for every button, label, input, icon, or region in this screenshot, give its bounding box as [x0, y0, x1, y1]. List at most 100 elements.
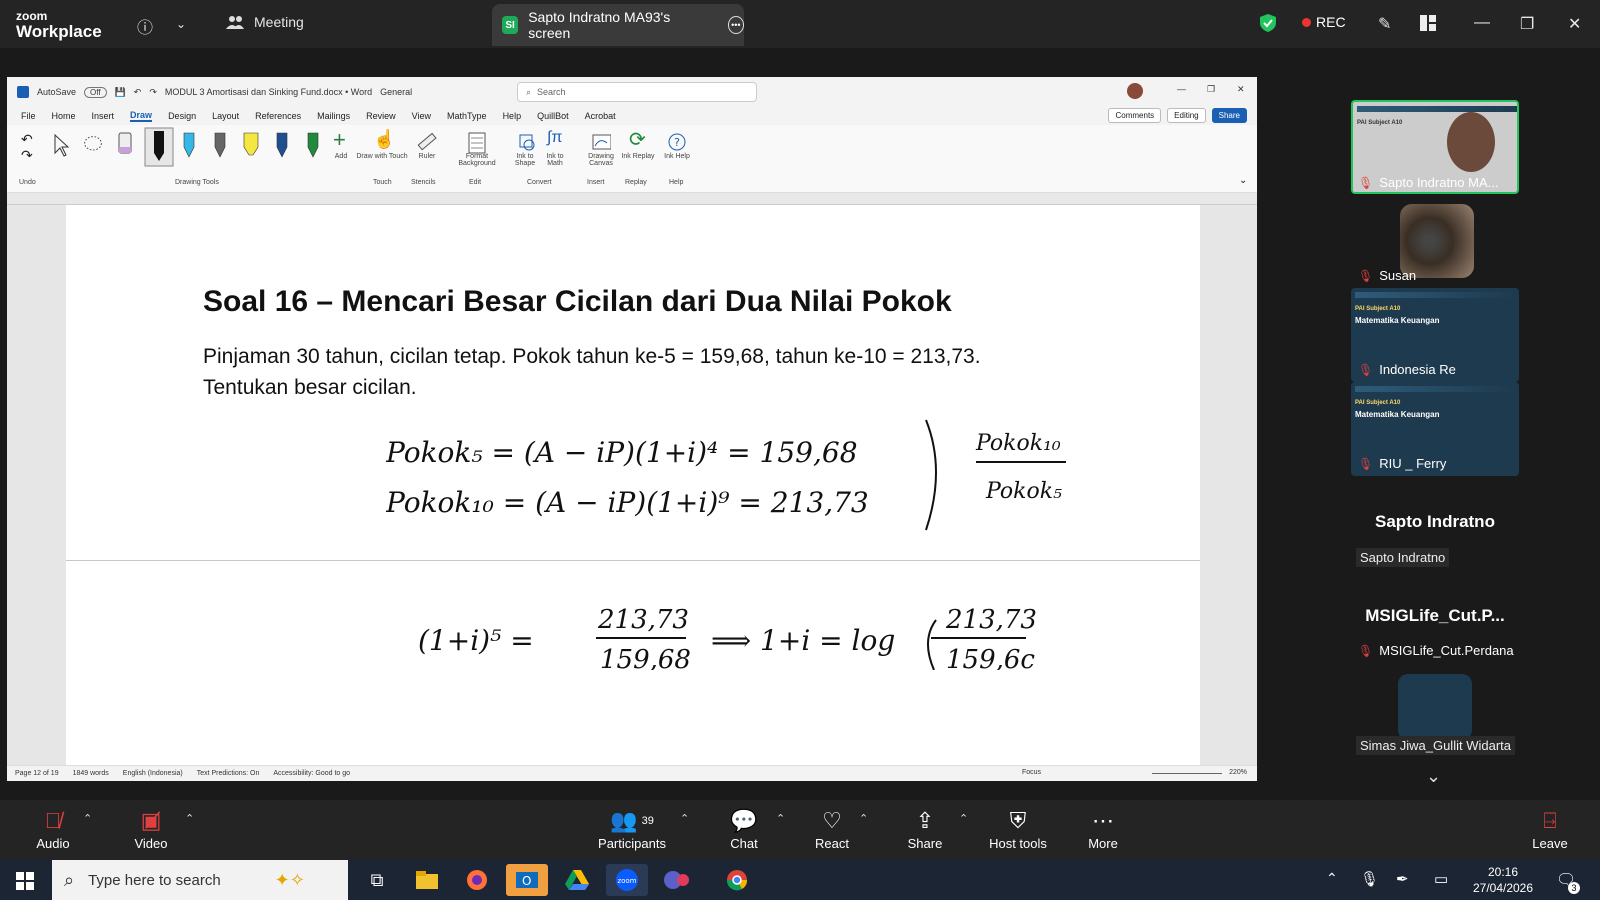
ribbon-undo-icon[interactable]: ↶: [21, 131, 33, 148]
ink-to-math-icon[interactable]: ∫π: [547, 129, 562, 147]
draw-with-touch-label[interactable]: Draw with Touch: [355, 153, 409, 160]
recording-indicator[interactable]: REC: [1302, 14, 1346, 30]
audio-options-caret-icon[interactable]: ⌃: [83, 812, 92, 825]
menu-view[interactable]: View: [412, 111, 431, 121]
restore-icon[interactable]: ❐: [1520, 14, 1534, 34]
text-predictions[interactable]: Text Predictions: On: [197, 770, 260, 777]
page-count[interactable]: Page 12 of 19: [15, 770, 59, 777]
react-caret-icon[interactable]: ⌃: [859, 812, 868, 825]
menu-quillbot[interactable]: QuillBot: [537, 111, 569, 121]
pen-black-icon[interactable]: [144, 127, 174, 167]
zoom-slider[interactable]: [1152, 773, 1222, 774]
document-page[interactable]: Soal 16 – Mencari Besar Cicilan dari Dua…: [66, 205, 1200, 765]
undo-icon[interactable]: ↶: [134, 87, 142, 98]
focus-button[interactable]: Focus: [1022, 769, 1041, 776]
minimize-icon[interactable]: —: [1474, 14, 1490, 32]
windows-start-icon[interactable]: [16, 872, 34, 890]
menu-mailings[interactable]: Mailings: [317, 111, 350, 121]
word-share-button[interactable]: Share: [1211, 108, 1247, 123]
annotate-pen-icon[interactable]: ✎: [1378, 14, 1391, 34]
menu-references[interactable]: References: [255, 111, 301, 121]
word-close-icon[interactable]: ✕: [1237, 84, 1245, 95]
task-view-icon[interactable]: ⧉: [356, 864, 398, 896]
video-button[interactable]: ▣̸ Video: [106, 806, 196, 851]
ink-help-label[interactable]: Ink Help: [663, 153, 691, 160]
pencil-gray-icon[interactable]: [210, 131, 230, 159]
zoom-app-icon[interactable]: zoom: [606, 864, 648, 896]
chevron-down-icon[interactable]: ⌄: [176, 17, 186, 31]
more-button[interactable]: ⋯ More: [1058, 806, 1148, 851]
outlook-icon[interactable]: O: [506, 864, 548, 896]
menu-acrobat[interactable]: Acrobat: [585, 111, 616, 121]
sensitivity-label[interactable]: General: [380, 87, 412, 97]
participants-caret-icon[interactable]: ⌃: [680, 812, 689, 825]
ribbon-collapse-chevron-icon[interactable]: ⌄: [1239, 175, 1247, 186]
horizontal-ruler[interactable]: [7, 193, 1257, 205]
close-icon[interactable]: ✕: [1568, 14, 1581, 34]
word-minimize-icon[interactable]: —: [1177, 84, 1186, 94]
word-restore-icon[interactable]: ❐: [1207, 84, 1215, 95]
menu-layout[interactable]: Layout: [212, 111, 239, 121]
draw-touch-icon[interactable]: ☝: [373, 129, 395, 150]
share-button[interactable]: ⇪ Share: [880, 806, 970, 851]
eraser-icon[interactable]: [115, 131, 135, 159]
file-explorer-icon[interactable]: [406, 864, 448, 896]
scroll-down-chevron-icon[interactable]: ⌄: [1426, 766, 1441, 787]
participants-button[interactable]: 👥 39 Participants: [584, 806, 680, 851]
host-tools-button[interactable]: ⛨ Host tools: [973, 806, 1063, 851]
ink-to-math-label[interactable]: Ink to Math: [541, 153, 569, 167]
language[interactable]: English (Indonesia): [123, 770, 183, 777]
pen-green-icon[interactable]: [303, 131, 323, 159]
menu-design[interactable]: Design: [168, 111, 196, 121]
chat-caret-icon[interactable]: ⌃: [776, 812, 785, 825]
accessibility-status[interactable]: Accessibility: Good to go: [273, 770, 350, 777]
menu-draw[interactable]: Draw: [130, 110, 153, 122]
menu-file[interactable]: File: [21, 111, 36, 121]
comments-button[interactable]: Comments: [1108, 108, 1162, 123]
info-icon[interactable]: ⓘ: [137, 14, 153, 38]
word-count[interactable]: 1849 words: [73, 770, 109, 777]
share-screen-tab[interactable]: SI Sapto Indratno MA93's screen •••: [492, 4, 744, 46]
video-tile-simas[interactable]: [1398, 674, 1472, 740]
zoom-level[interactable]: 220%: [1229, 769, 1247, 776]
tray-mic-icon[interactable]: 🎙: [1360, 870, 1379, 888]
taskbar-search[interactable]: ⌕ Type here to search ✦✧: [52, 860, 348, 900]
meeting-tab[interactable]: Meeting: [226, 14, 304, 30]
word-search-box[interactable]: ⌕ Search: [517, 82, 757, 102]
highlighter-yellow-icon[interactable]: [241, 131, 261, 159]
video-options-caret-icon[interactable]: ⌃: [185, 812, 194, 825]
format-background-label[interactable]: Format Background: [447, 153, 507, 167]
google-drive-icon[interactable]: [556, 864, 598, 896]
redo-icon[interactable]: ↷: [149, 87, 157, 98]
menu-mathtype[interactable]: MathType: [447, 111, 487, 121]
ink-to-shape-label[interactable]: Ink to Shape: [511, 153, 539, 167]
tray-chevron-icon[interactable]: ⌃: [1326, 870, 1338, 887]
pen-cyan-icon[interactable]: [179, 131, 199, 159]
ink-replay-icon[interactable]: ⟳: [629, 127, 646, 152]
menu-review[interactable]: Review: [366, 111, 396, 121]
tray-display-icon[interactable]: ▭: [1434, 870, 1448, 888]
leave-button[interactable]: ⍈ Leave: [1505, 806, 1595, 851]
add-pen-icon[interactable]: +: [333, 127, 346, 153]
layout-icon[interactable]: [1420, 15, 1436, 31]
more-options-icon[interactable]: •••: [727, 16, 744, 34]
video-tile-susan[interactable]: [1400, 204, 1474, 278]
editing-button[interactable]: Editing: [1167, 108, 1206, 123]
avatar[interactable]: [1127, 83, 1143, 99]
save-icon[interactable]: 💾: [115, 87, 126, 98]
lasso-icon[interactable]: [83, 131, 103, 159]
drawing-canvas-label[interactable]: Drawing Canvas: [583, 153, 619, 167]
tray-pen-icon[interactable]: ✒: [1396, 870, 1409, 888]
chrome-icon[interactable]: [716, 864, 758, 896]
ribbon-redo-icon[interactable]: ↷: [21, 147, 33, 164]
share-caret-icon[interactable]: ⌃: [959, 812, 968, 825]
shield-icon[interactable]: [1260, 14, 1276, 32]
autosave-toggle[interactable]: Off: [84, 86, 107, 98]
menu-help[interactable]: Help: [503, 111, 522, 121]
pen-blue-icon[interactable]: [272, 131, 292, 159]
ruler-label[interactable]: Ruler: [411, 153, 443, 160]
teams-icon[interactable]: [656, 864, 698, 896]
menu-home[interactable]: Home: [52, 111, 76, 121]
select-arrow-icon[interactable]: [51, 131, 71, 159]
taskbar-clock[interactable]: 20:16 27/04/2026: [1468, 864, 1538, 896]
